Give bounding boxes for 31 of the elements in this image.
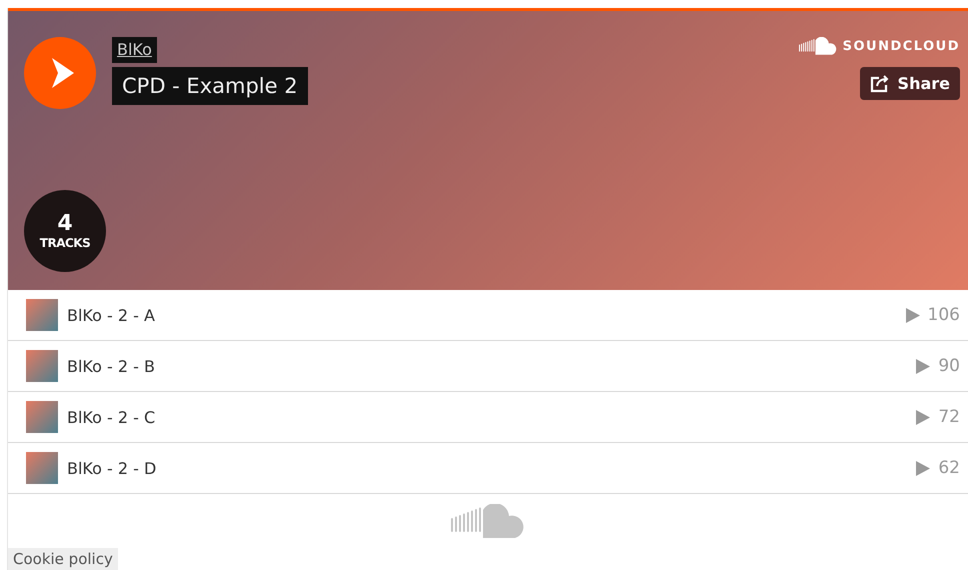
soundcloud-logo-icon [451, 504, 525, 538]
track-row[interactable]: BlKo - 2 - C 72 [8, 392, 968, 443]
play-count: 106 [928, 305, 960, 325]
track-title: BlKo - 2 - A [67, 306, 156, 324]
track-row[interactable]: BlKo - 2 - D 62 [8, 443, 968, 494]
play-icon [52, 58, 74, 88]
soundcloud-logo-icon [798, 37, 837, 55]
track-row[interactable]: BlKo - 2 - A 106 [8, 290, 968, 341]
track-row[interactable]: BlKo - 2 - B 90 [8, 341, 968, 392]
share-icon [870, 74, 890, 92]
share-button[interactable]: Share [860, 67, 960, 100]
play-count: 72 [938, 407, 960, 427]
brand-name: SOUNDCLOUD [842, 38, 960, 54]
track-count: 4 [57, 212, 73, 236]
track-title: BlKo - 2 - C [67, 408, 156, 426]
track-artwork [26, 452, 58, 484]
track-title: BlKo - 2 - B [67, 356, 156, 376]
track-count-label: TRACKS [40, 236, 90, 250]
track-artwork [26, 350, 58, 382]
cookie-policy-link[interactable]: Cookie policy [8, 548, 118, 570]
play-count-icon [916, 410, 930, 424]
playlist-title: CPD - Example 2 [112, 67, 308, 105]
play-count-icon [906, 308, 920, 322]
play-count-icon [916, 460, 930, 476]
artist-link[interactable]: BlKo [112, 37, 157, 63]
play-count-icon [916, 358, 930, 374]
play-count: 62 [938, 458, 960, 478]
track-artwork [26, 299, 58, 331]
track-title: BlKo - 2 - D [67, 458, 158, 478]
track-artwork [26, 401, 58, 433]
play-count: 90 [938, 356, 960, 376]
